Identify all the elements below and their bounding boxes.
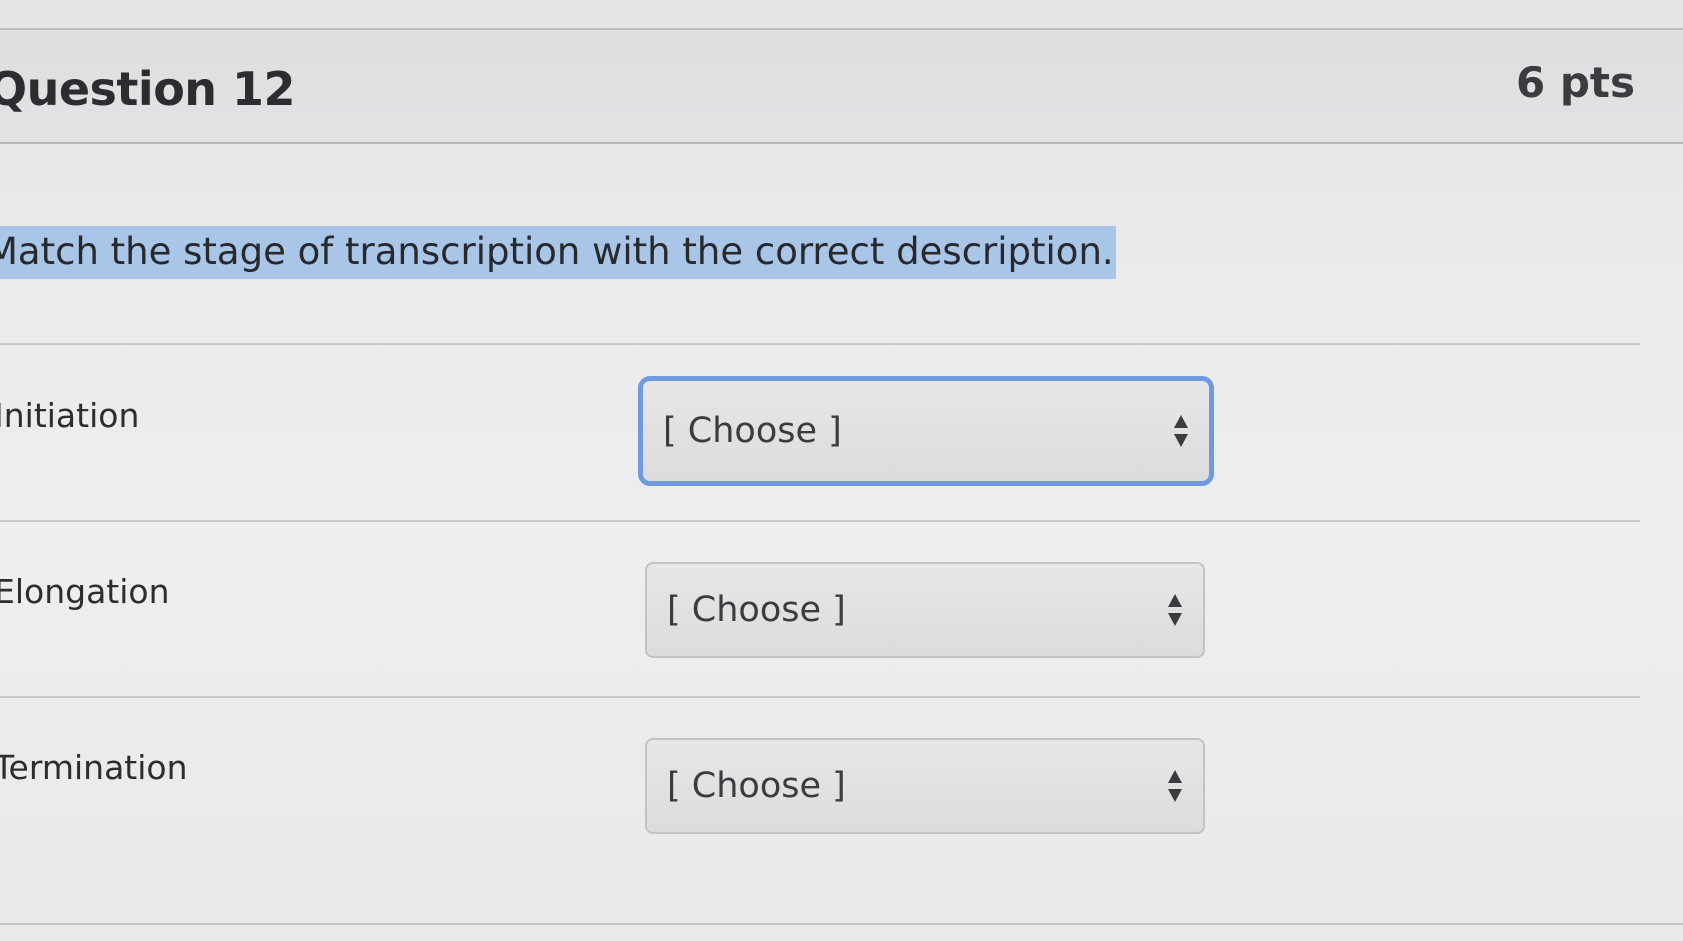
stage-label-termination: Termination [0,748,188,787]
termination-select[interactable]: [ Choose ] [645,738,1205,834]
termination-select-value: [ Choose ] [667,766,846,806]
elongation-select-value: [ Choose ] [667,590,846,630]
up-down-caret-icon [1167,769,1183,803]
row-divider-2 [0,520,1640,522]
elongation-select[interactable]: [ Choose ] [645,562,1205,658]
up-down-caret-icon [1167,593,1183,627]
up-down-caret-icon [1173,414,1189,448]
header-divider [0,142,1683,144]
row-divider-3 [0,696,1640,698]
bottom-divider [0,923,1683,925]
stage-label-initiation: Initiation [0,396,140,435]
stage-label-elongation: Elongation [0,572,170,611]
question-points: 6 pts [1516,58,1635,107]
question-title: Question 12 [0,62,296,116]
initiation-select-value: [ Choose ] [663,411,842,451]
question-prompt: Match the stage of transcription with th… [0,226,1116,279]
initiation-select[interactable]: [ Choose ] [638,376,1214,486]
row-divider-1 [0,343,1640,345]
